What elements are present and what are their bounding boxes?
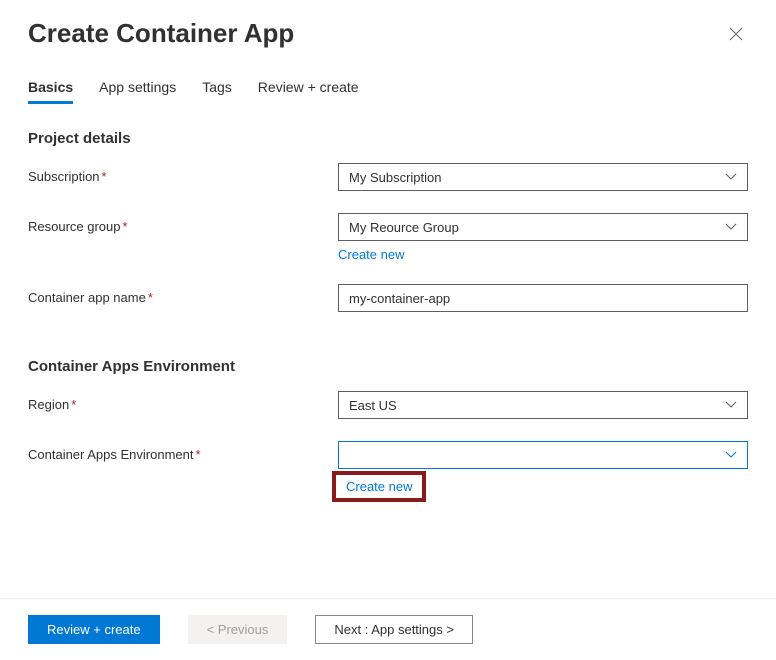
- app-name-input[interactable]: [338, 284, 748, 312]
- tab-basics[interactable]: Basics: [28, 79, 73, 104]
- review-create-button[interactable]: Review + create: [28, 615, 160, 644]
- tab-review[interactable]: Review + create: [258, 79, 359, 104]
- tab-app-settings[interactable]: App settings: [99, 79, 176, 104]
- tab-tags[interactable]: Tags: [202, 79, 232, 104]
- environment-label: Container Apps Environment*: [28, 441, 338, 462]
- app-name-label: Container app name*: [28, 284, 338, 305]
- tab-bar: Basics App settings Tags Review + create: [28, 79, 748, 104]
- chevron-down-icon: [725, 173, 737, 181]
- next-button[interactable]: Next : App settings >: [315, 615, 473, 644]
- resource-group-label: Resource group*: [28, 213, 338, 234]
- footer: Review + create < Previous Next : App se…: [0, 598, 776, 660]
- environment-select[interactable]: [338, 441, 748, 469]
- previous-button: < Previous: [188, 615, 288, 644]
- section-environment: Container Apps Environment: [28, 358, 748, 375]
- page-title: Create Container App: [28, 18, 294, 49]
- chevron-down-icon: [725, 223, 737, 231]
- environment-create-new-link[interactable]: Create new: [346, 479, 412, 494]
- chevron-down-icon: [725, 401, 737, 409]
- region-label: Region*: [28, 391, 338, 412]
- resource-group-select[interactable]: My Reource Group: [338, 213, 748, 241]
- subscription-select[interactable]: My Subscription: [338, 163, 748, 191]
- environment-create-new-highlight: Create new: [332, 471, 426, 502]
- close-icon: [729, 27, 743, 41]
- subscription-value: My Subscription: [349, 170, 441, 185]
- resource-group-value: My Reource Group: [349, 220, 459, 235]
- region-value: East US: [349, 398, 397, 413]
- close-button[interactable]: [724, 22, 748, 46]
- section-project-details: Project details: [28, 130, 748, 147]
- resource-group-create-new-link[interactable]: Create new: [338, 247, 404, 262]
- chevron-down-icon: [725, 451, 737, 459]
- region-select[interactable]: East US: [338, 391, 748, 419]
- subscription-label: Subscription*: [28, 163, 338, 184]
